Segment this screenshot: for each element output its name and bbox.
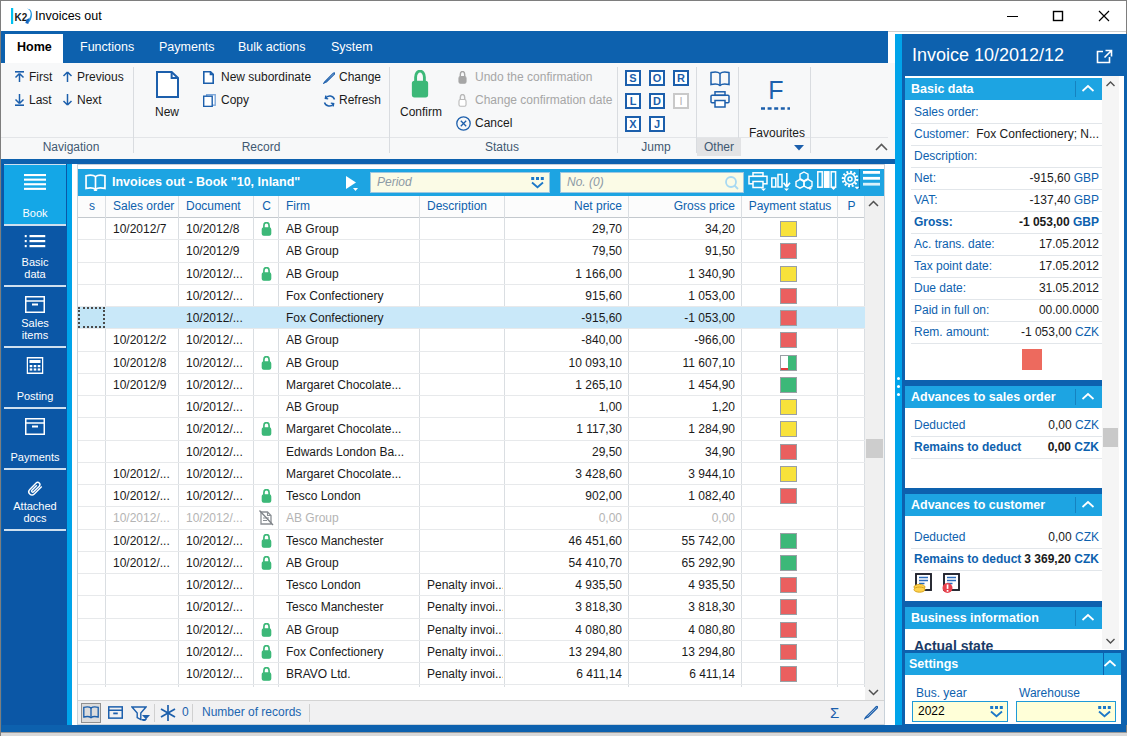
svg-text:K2: K2 — [15, 12, 28, 23]
